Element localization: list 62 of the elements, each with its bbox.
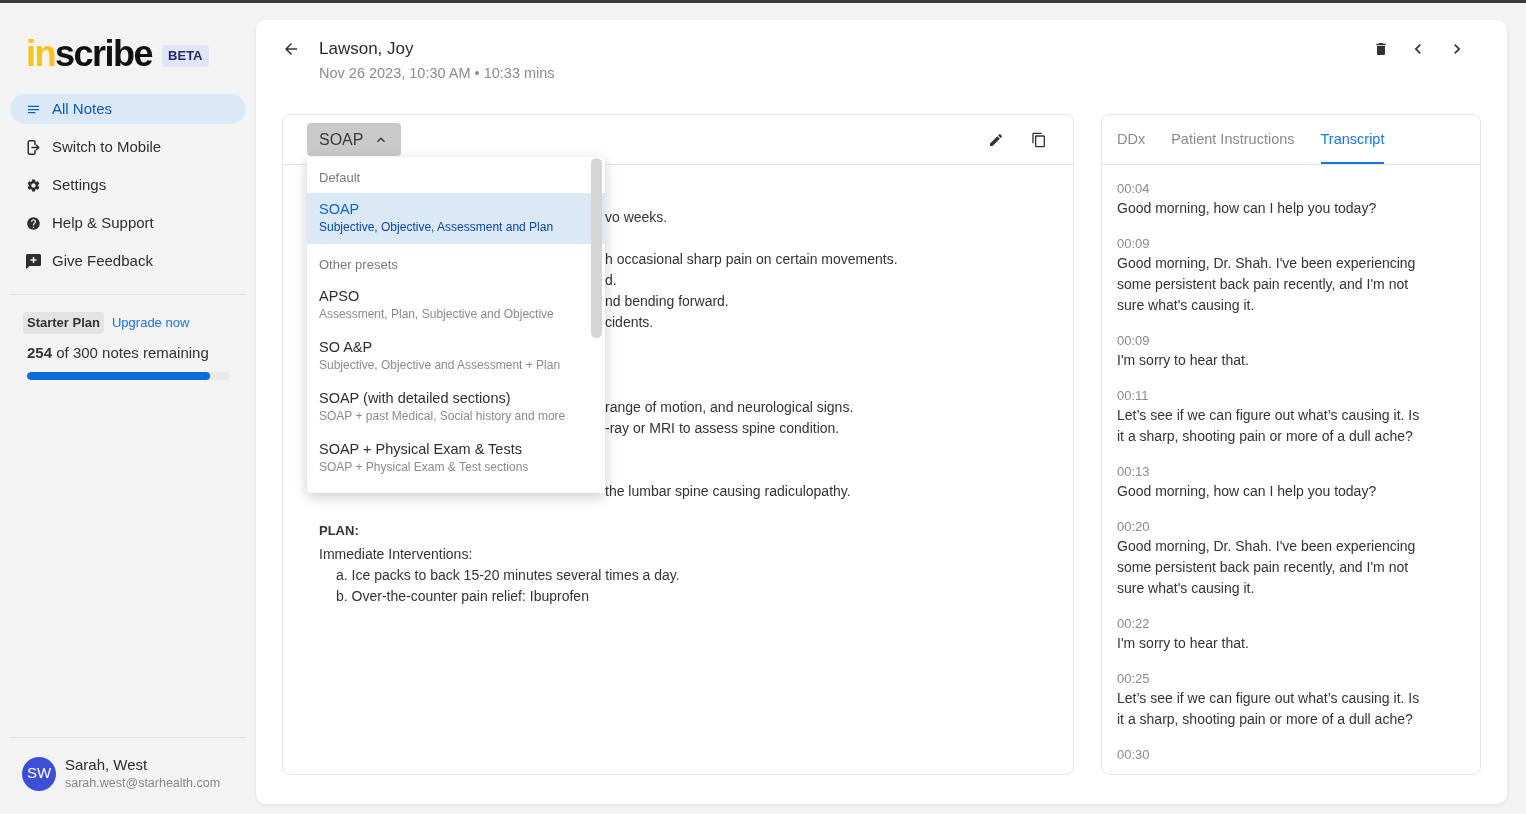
note-text: nd bending forward. <box>605 292 729 311</box>
patient-name: Lawson, Joy <box>319 38 415 60</box>
user-email: sarah.west@starhealth.com <box>65 775 221 792</box>
beta-badge: BETA <box>162 45 209 67</box>
transcript-text: I'm sorry to hear that. <box>1117 634 1250 653</box>
note-text: Immediate Interventions: <box>319 545 473 564</box>
nav-item[interactable]: Switch to Mobile <box>10 132 246 162</box>
timestamp: 00:13 <box>1117 463 1150 481</box>
upgrade-link[interactable]: Upgrade now <box>112 313 190 333</box>
timestamp: 00:22 <box>1117 615 1150 633</box>
notes-remaining-text: 254 of 300 notes remaining <box>26 343 210 363</box>
visit-details: Nov 26 2023, 10:30 AM • 10:33 mins <box>319 64 555 83</box>
note-text: h occasional sharp pain on certain movements. <box>605 250 898 269</box>
note-text: the lumbar spine causing radiculopathy. <box>605 482 851 501</box>
preset-option[interactable]: SOAP (with detailed sections) SOAP + past Medical, Social history and more <box>307 382 605 433</box>
timestamp: 00:11 <box>1117 387 1149 405</box>
transcript-text: Good morning, Dr. Shah. I've been experiencing some persistent back pain recently, and I'm not sure what's causing it. <box>1117 537 1417 598</box>
transcript-text: I'm sorry to hear that. <box>1117 351 1250 370</box>
timestamp: 00:25 <box>1117 670 1150 688</box>
menu-section-heading: Other presets <box>318 256 399 274</box>
logo-wordmark: inscribe <box>26 34 153 74</box>
preset-option[interactable]: SOAP Subjective, Objective, Assessment and Plan <box>307 193 605 244</box>
preset-option[interactable]: SOAP + Physical Exam & Tests SOAP + Physical Exam & Test sections <box>307 433 605 484</box>
copy-icon[interactable] <box>1031 131 1047 148</box>
transcript-text: Let’s see if we can figure out what’s causing it. Is it a sharp, shooting pain or more of a dull ache? <box>1117 406 1421 446</box>
nav-item[interactable]: Give Feedback <box>10 246 246 276</box>
avatar-initials: SW <box>22 756 56 791</box>
tab[interactable]: Transcript <box>1320 115 1385 164</box>
transcript-text: Good morning, how can I help you today? <box>1117 482 1378 501</box>
phone-arrow-icon <box>26 139 41 155</box>
chat-plus-icon <box>26 253 41 269</box>
settings-icon <box>26 177 41 193</box>
note-text: vo weeks. <box>605 208 668 227</box>
pencil-icon[interactable] <box>988 131 1004 148</box>
scrollbar-thumb[interactable] <box>591 158 602 338</box>
format-dropdown-button[interactable]: SOAP <box>307 123 402 156</box>
transcript-text: Good morning, how can I help you today? <box>1117 199 1378 218</box>
note-list-item: b. Over-the-counter pain relief: Ibuprofen <box>335 587 589 606</box>
timestamp: 00:09 <box>1117 235 1150 253</box>
nav-item[interactable]: All Notes <box>10 94 246 124</box>
preset-option[interactable]: APSO Assessment, Plan, Subjective and Objective <box>307 280 605 331</box>
nav-item[interactable]: Help & Support <box>10 208 246 238</box>
preset-option[interactable]: SO A&P Subjective, Objective and Assessment + Plan <box>307 331 605 382</box>
timestamp: 00:09 <box>1117 332 1150 350</box>
nav-item[interactable]: Settings <box>10 170 246 200</box>
trash-icon[interactable] <box>1373 41 1389 57</box>
tab[interactable]: Patient Instructions <box>1171 115 1295 164</box>
note-text: range of motion, and neurological signs. <box>605 398 854 417</box>
help-icon <box>26 215 41 231</box>
timestamp: 00:20 <box>1117 518 1150 536</box>
plan-badge: Starter Plan <box>23 312 104 334</box>
user-name: Sarah, West <box>65 755 149 774</box>
note-text: cidents. <box>605 313 654 332</box>
transcript-text: Let’s see if we can figure out what’s causing it. Is it a sharp, shooting pain or more of a dull ache? <box>1117 689 1421 729</box>
note-text: -ray or MRI to assess spine condition. <box>605 419 840 438</box>
note-text: d. <box>605 271 617 290</box>
transcript-text: Good morning, Dr. Shah. I've been experiencing some persistent back pain recently, and I'm not sure what's causing it. <box>1117 254 1417 315</box>
timestamp: 00:04 <box>1117 180 1150 198</box>
timestamp: 00:30 <box>1117 746 1150 764</box>
menu-section-heading: Default <box>318 169 362 187</box>
note-list-item: a. Ice packs to back 15-20 minutes several times a day. <box>335 566 680 585</box>
section-heading: PLAN: <box>319 522 359 540</box>
